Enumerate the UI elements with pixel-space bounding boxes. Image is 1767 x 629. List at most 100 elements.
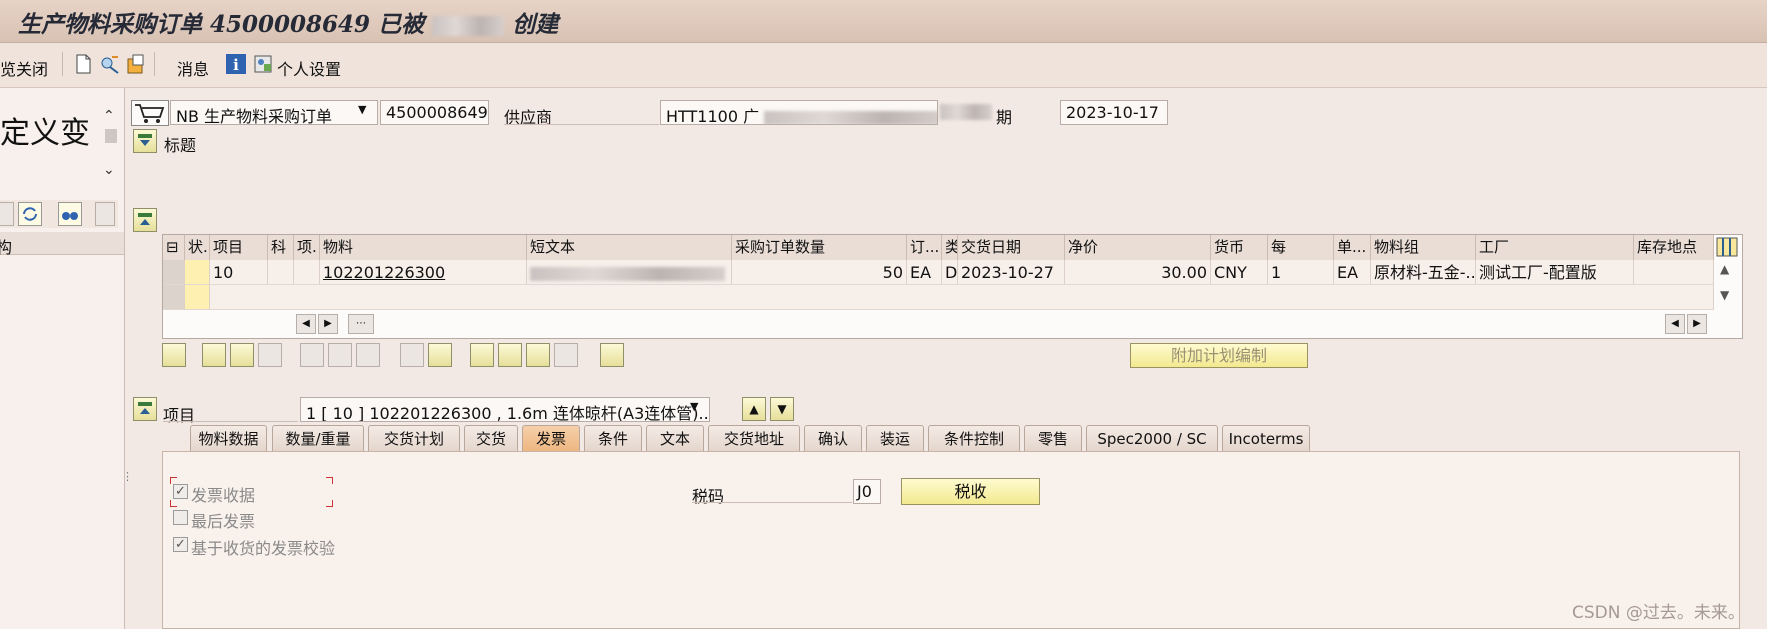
item-cat-cell[interactable]: [294, 260, 320, 285]
add-planning-button[interactable]: 附加计划编制: [1130, 343, 1308, 368]
shopping-cart-icon[interactable]: [131, 100, 169, 126]
tab-incoterms[interactable]: Incoterms: [1222, 425, 1310, 451]
overview-button[interactable]: [0, 202, 14, 226]
copy-row-icon[interactable]: [258, 343, 282, 367]
display-change-icon[interactable]: [99, 53, 121, 75]
row-selector-header[interactable]: ⊟: [163, 235, 185, 260]
tax-code-field[interactable]: J0: [853, 479, 881, 504]
delivery-date-cell[interactable]: 2023-10-27: [958, 260, 1065, 285]
column-header[interactable]: 货币: [1211, 235, 1268, 260]
storage-location-cell[interactable]: [1634, 260, 1714, 285]
unit-cell[interactable]: EA: [907, 260, 942, 285]
doc-overview-close-button[interactable]: 览关闭: [0, 56, 48, 80]
table-scroll-up-icon[interactable]: ▲: [1720, 262, 1729, 276]
column-header[interactable]: 采购订单数量: [732, 235, 907, 260]
document-type-select[interactable]: NB 生产物料采购订单: [170, 100, 378, 125]
column-header[interactable]: 交货日期: [958, 235, 1065, 260]
tab-confirmations[interactable]: 确认: [804, 425, 862, 451]
new-document-icon[interactable]: [72, 53, 94, 75]
item-select[interactable]: 1 [ 10 ] 102201226300 , 1.6m 连体晾杆(A3连体管)…: [300, 397, 710, 422]
order-unit-cell[interactable]: EA: [1334, 260, 1371, 285]
final-invoice-checkbox[interactable]: [173, 510, 188, 525]
lock-icon[interactable]: [328, 343, 352, 367]
column-header[interactable]: 物料组: [1371, 235, 1476, 260]
column-header[interactable]: 类: [942, 235, 958, 260]
tab-invoice[interactable]: 发票: [522, 425, 580, 451]
chevron-down-icon[interactable]: ▼: [358, 103, 366, 116]
net-price-cell[interactable]: 30.00: [1065, 260, 1211, 285]
row-selector[interactable]: [163, 260, 185, 285]
chevron-down-icon[interactable]: ▼: [690, 400, 698, 413]
other-po-icon[interactable]: [125, 53, 147, 75]
short-text-cell[interactable]: [527, 260, 732, 285]
refresh-icon[interactable]: [18, 202, 42, 226]
column-header[interactable]: 物料: [320, 235, 527, 260]
column-header[interactable]: 项目: [210, 235, 268, 260]
scroll-right-icon[interactable]: ▶: [318, 314, 338, 334]
column-header[interactable]: 净价: [1065, 235, 1211, 260]
tab-retail[interactable]: 零售: [1024, 425, 1082, 451]
date-category-cell[interactable]: D: [942, 260, 958, 285]
column-header[interactable]: 项.: [294, 235, 320, 260]
add-row-icon[interactable]: [202, 343, 226, 367]
tab-conditions[interactable]: 条件: [584, 425, 642, 451]
row-selector[interactable]: [163, 285, 185, 310]
doc-date-field[interactable]: 2023-10-17: [1060, 100, 1168, 125]
scroll-thumb[interactable]: [105, 129, 117, 143]
column-header[interactable]: 库存地点: [1634, 235, 1714, 260]
column-header[interactable]: 订...: [907, 235, 942, 260]
unlock-icon[interactable]: [356, 343, 380, 367]
po-number-field[interactable]: 4500008649: [380, 100, 489, 125]
column-header[interactable]: 工厂: [1476, 235, 1634, 260]
column-header[interactable]: 状.: [185, 235, 210, 260]
info-icon[interactable]: i: [225, 53, 247, 75]
tab-condition-control[interactable]: 条件控制: [928, 425, 1020, 451]
tab-shipping[interactable]: 装运: [866, 425, 924, 451]
select-all-icon[interactable]: [428, 343, 452, 367]
scroll-up-icon[interactable]: ⌃: [103, 108, 115, 124]
copy-icon[interactable]: [400, 343, 424, 367]
tab-delivery-schedule[interactable]: 交货计划: [368, 425, 460, 451]
sort-descending-icon[interactable]: [498, 343, 522, 367]
personal-settings-icon[interactable]: [253, 53, 275, 75]
scroll-left-icon[interactable]: ◀: [296, 314, 316, 334]
details-icon[interactable]: [162, 343, 186, 367]
delete-icon[interactable]: [300, 343, 324, 367]
table-settings-icon[interactable]: [1716, 237, 1738, 257]
gr-based-iv-checkbox[interactable]: ✓: [173, 537, 188, 552]
taxes-button[interactable]: 税收: [901, 478, 1040, 505]
column-scroll-handle[interactable]: ⋯: [348, 314, 374, 334]
material-group-cell[interactable]: 原材料-五金-...: [1371, 260, 1476, 285]
vendor-field[interactable]: HTT1100 广: [660, 100, 938, 125]
tab-texts[interactable]: 文本: [646, 425, 704, 451]
personal-settings-button[interactable]: 个人设置: [277, 56, 341, 80]
next-item-button[interactable]: ▼: [770, 397, 794, 421]
sort-ascending-icon[interactable]: [470, 343, 494, 367]
acct-cell[interactable]: [268, 260, 294, 285]
document-icon[interactable]: [600, 343, 624, 367]
more-icon[interactable]: [95, 202, 115, 226]
empty-row[interactable]: [210, 285, 1714, 310]
find-binoculars-icon[interactable]: [58, 202, 82, 226]
column-header[interactable]: 每: [1268, 235, 1334, 260]
qty-cell[interactable]: 50: [732, 260, 907, 285]
table-scroll-down-icon[interactable]: ▼: [1720, 288, 1729, 302]
filter-icon[interactable]: [526, 343, 550, 367]
tab-delivery-address[interactable]: 交货地址: [708, 425, 800, 451]
tab-material-data[interactable]: 物料数据: [190, 425, 267, 451]
currency-cell[interactable]: CNY: [1211, 260, 1268, 285]
tab-quantity-weight[interactable]: 数量/重量: [272, 425, 364, 451]
scroll-left-end-icon[interactable]: ◀: [1665, 314, 1685, 334]
column-header[interactable]: 科: [268, 235, 294, 260]
scroll-down-icon[interactable]: ⌄: [103, 162, 115, 178]
column-header[interactable]: 单...: [1334, 235, 1371, 260]
material-link[interactable]: 102201226300: [320, 260, 527, 285]
scroll-right-end-icon[interactable]: ▶: [1687, 314, 1707, 334]
plant-cell[interactable]: 测试工厂-配置版: [1476, 260, 1634, 285]
tab-spec2000[interactable]: Spec2000 / SC: [1086, 425, 1218, 451]
filter-settings-icon[interactable]: [554, 343, 578, 367]
tab-delivery[interactable]: 交货: [464, 425, 518, 451]
column-header[interactable]: 短文本: [527, 235, 732, 260]
splitter-handle[interactable]: ⋮: [122, 470, 133, 483]
item-cell[interactable]: 10: [210, 260, 268, 285]
